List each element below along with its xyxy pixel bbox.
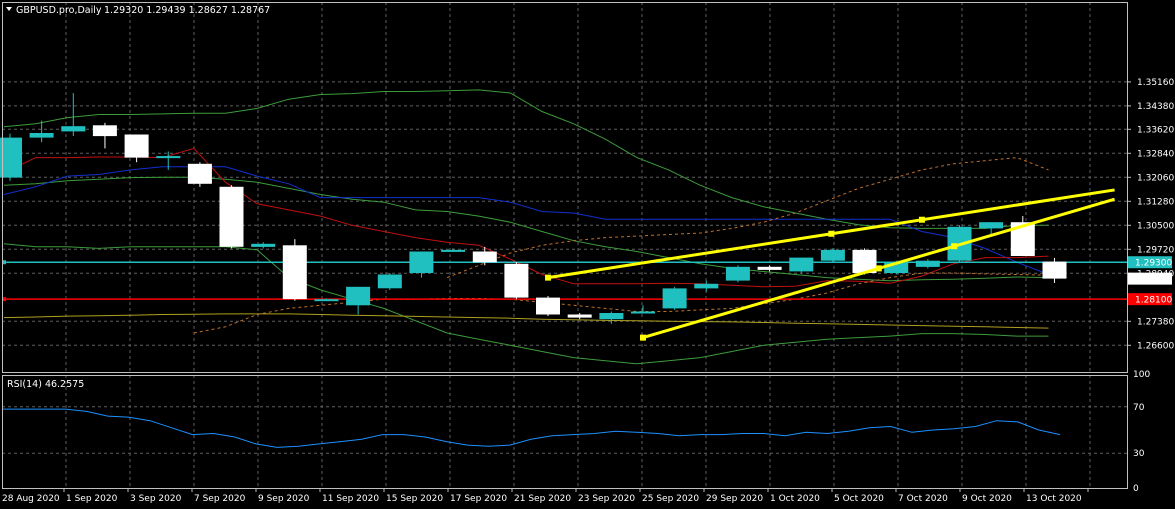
candle-body — [219, 186, 244, 247]
date-tick-label: 7 Oct 2020 — [898, 494, 948, 504]
date-tick-label: 9 Sep 2020 — [258, 494, 310, 504]
candle-body — [314, 299, 339, 302]
candle-body — [156, 156, 181, 159]
date-tick-label: 23 Sep 2020 — [578, 494, 635, 504]
trendline-anchor — [640, 334, 646, 341]
candle-body — [251, 243, 276, 247]
candle-body — [377, 274, 402, 289]
date-tick-label: 28 Aug 2020 — [2, 494, 60, 504]
candle-body — [282, 245, 307, 300]
candle-body — [472, 251, 497, 263]
trendline-anchor — [545, 274, 552, 281]
candle-body — [915, 260, 940, 267]
price-tick-label: 1.26600 — [1137, 341, 1174, 351]
candle-body — [599, 313, 624, 320]
date-tick-label: 13 Oct 2020 — [1026, 494, 1082, 504]
trendline-anchor — [875, 265, 882, 272]
price-tick-label: 1.32060 — [1137, 173, 1174, 183]
candle-body — [187, 163, 212, 184]
price-tick-label: 1.35160 — [1137, 78, 1174, 88]
date-tick-label: 9 Oct 2020 — [962, 494, 1012, 504]
candle-body — [789, 257, 814, 272]
trendline-anchor — [918, 216, 925, 223]
price-tick-label: 1.29720 — [1137, 245, 1174, 255]
price-tag-label: 1.28767 — [1135, 275, 1172, 285]
candle-body — [409, 251, 434, 273]
price-tags: 1.29300 1.28767 1.28100 — [1128, 256, 1172, 306]
candle-body — [92, 125, 117, 137]
rsi-tick-label: 0 — [1133, 484, 1139, 494]
price-tick-label: 1.30500 — [1137, 221, 1174, 231]
date-tick-label: 21 Sep 2020 — [514, 494, 571, 504]
trendline-anchor — [828, 230, 835, 237]
price-tick-label: 1.34380 — [1137, 102, 1174, 112]
candle-body — [124, 134, 149, 158]
date-tick-label: 3 Sep 2020 — [130, 494, 182, 504]
date-tick-label: 1 Sep 2020 — [66, 494, 118, 504]
candle-body — [662, 288, 687, 309]
price-tag-label: 1.28100 — [1135, 296, 1172, 306]
date-tick-label: 29 Sep 2020 — [706, 494, 763, 504]
price-tag-label: 1.29300 — [1135, 259, 1172, 269]
rsi-tick-label: 100 — [1133, 370, 1150, 380]
candle-body — [504, 263, 529, 298]
date-tick-label: 11 Sep 2020 — [322, 494, 379, 504]
candle-body — [346, 286, 371, 306]
date-tick-label: 17 Sep 2020 — [450, 494, 507, 504]
price-tick-label: 1.31280 — [1137, 197, 1174, 207]
date-tick-label: 15 Sep 2020 — [386, 494, 443, 504]
price-tick-label: 1.32840 — [1137, 149, 1174, 159]
candle-body — [631, 311, 655, 314]
candle-body — [29, 133, 54, 138]
candle-body — [820, 249, 845, 261]
date-tick-label: 5 Oct 2020 — [834, 494, 884, 504]
date-tick-label: 7 Sep 2020 — [194, 494, 246, 504]
candle-body — [61, 126, 86, 132]
date-tick-label: 1 Oct 2020 — [770, 494, 820, 504]
candle-body — [725, 266, 750, 281]
candle-body — [694, 283, 719, 289]
price-tick-label: 1.33620 — [1137, 125, 1174, 135]
candle-body — [979, 222, 1004, 229]
candle-body — [1042, 261, 1067, 279]
gbpusd-chart[interactable]: 1.35160 1.34380 1.33620 1.32840 1.32060 1.312… — [0, 0, 1175, 509]
rsi-tick-label: 70 — [1133, 403, 1145, 413]
chart-title: GBPUSD.pro,Daily — [16, 5, 102, 16]
candle-body — [567, 314, 592, 318]
trendline-anchor — [951, 243, 958, 250]
candle-body — [0, 137, 22, 178]
rsi-tick-label: 30 — [1133, 449, 1145, 459]
price-tick-label: 1.27380 — [1137, 317, 1174, 327]
rsi-title: RSI(14) 46.2575 — [7, 379, 84, 390]
ohlc-readout: 1.29320 1.29439 1.28627 1.28767 — [104, 5, 270, 16]
candle-body — [441, 249, 466, 252]
candle-body — [536, 297, 560, 315]
candle-body — [757, 266, 782, 270]
date-tick-label: 25 Sep 2020 — [642, 494, 699, 504]
